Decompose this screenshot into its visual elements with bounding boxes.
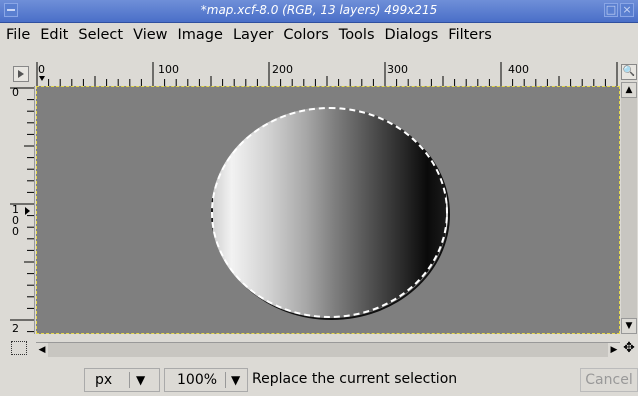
vruler-pointer-icon [25,207,30,215]
menu-file[interactable]: File [0,27,35,43]
hruler-label-100: 100 [158,63,179,76]
zoom-magnifier-icon[interactable]: 🔍 [621,64,637,80]
vertical-ruler[interactable]: 0 1 0 0 2 [10,86,35,334]
zoom-selector[interactable]: 100% ▼ [164,368,248,392]
menu-bar: File Edit Select View Image Layer Colors… [0,23,638,47]
vertical-scrollbar[interactable]: ▲ ▼ [621,82,637,334]
horizontal-ruler[interactable]: 0 100 200 300 400 [36,62,620,87]
quick-mask-toggle-icon[interactable] [11,341,27,355]
hruler-label-400: 400 [508,63,529,76]
close-icon[interactable]: × [620,3,634,17]
unit-selector[interactable]: px ▼ [84,368,160,392]
vertical-ruler-ticks: 0 1 0 0 2 [10,86,34,334]
status-bar: px ▼ 100% ▼ Replace the current selectio… [0,362,638,396]
unit-value: px [95,372,113,388]
menu-select[interactable]: Select [73,27,128,43]
zoom-value: 100% [177,372,218,388]
menu-filters[interactable]: Filters [443,27,496,43]
menu-view[interactable]: View [128,27,172,43]
maximize-icon[interactable]: □ [604,3,618,17]
menu-dialogs[interactable]: Dialogs [380,27,444,43]
menu-tools[interactable]: Tools [334,27,380,43]
cancel-button[interactable]: Cancel [580,368,638,392]
menu-image[interactable]: Image [173,27,228,43]
scroll-up-icon[interactable]: ▲ [621,82,637,98]
menu-layer[interactable]: Layer [228,27,278,43]
scroll-down-icon[interactable]: ▼ [621,318,637,334]
vruler-label-200: 2 [12,322,19,334]
title-bar: *map.xcf-8.0 (RGB, 13 layers) 499x215 □ … [0,0,638,23]
image-menu-button[interactable] [13,66,29,82]
chevron-down-icon: ▼ [136,373,146,387]
vruler-label-0: 0 [12,86,19,99]
horizontal-scrollbar[interactable]: ◀ ▶ [36,342,620,357]
svg-text:0: 0 [12,225,19,238]
hruler-label-300: 300 [387,63,408,76]
chevron-down-icon: ▼ [231,373,241,387]
menu-edit[interactable]: Edit [35,27,73,43]
status-message: Replace the current selection [252,371,458,387]
menu-colors[interactable]: Colors [278,27,333,43]
image-canvas[interactable] [36,86,620,334]
vruler-label-100: 1 0 0 [12,203,19,238]
window-title: *map.xcf-8.0 (RGB, 13 layers) 499x215 [200,3,438,17]
navigate-icon[interactable]: ✥ [621,341,637,357]
hruler-pointer-icon [39,76,45,81]
horizontal-ruler-ticks: 0 100 200 300 400 [36,62,618,86]
hruler-label-200: 200 [272,63,293,76]
sphere-gradient-selection[interactable] [211,107,448,318]
hruler-label-0: 0 [38,63,45,76]
scroll-left-icon[interactable]: ◀ [36,343,48,357]
scroll-right-icon[interactable]: ▶ [608,343,620,357]
